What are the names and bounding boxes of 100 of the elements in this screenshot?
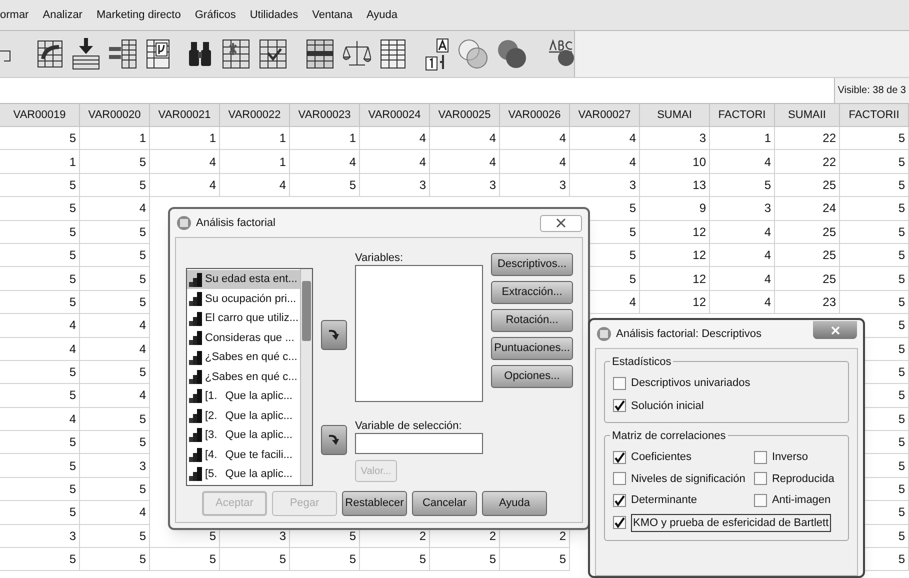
table-cell: 4 (360, 150, 430, 174)
arrow-icon (328, 329, 340, 341)
list-item-number: [5. (205, 467, 218, 482)
button[interactable]: Rotación... (491, 309, 573, 332)
column-header[interactable]: VAR00022 (220, 104, 290, 127)
list-item-number: [1. (205, 389, 218, 404)
option-label[interactable]: Inverso (772, 449, 808, 466)
column-header[interactable]: VAR00027 (570, 104, 640, 127)
binoculars-icon[interactable] (189, 40, 213, 68)
list-item-label: Su edad esta ent... (205, 272, 298, 288)
menu-item[interactable]: Ventana (312, 6, 353, 24)
checkbox-checked[interactable] (613, 494, 626, 507)
input-field[interactable] (355, 433, 483, 454)
option-label[interactable]: Descriptivos univariados (631, 375, 750, 392)
table-cell: 4 (500, 127, 570, 150)
list-item[interactable]: [5. Que la aplic... (187, 464, 300, 484)
list-item[interactable]: Consideras que ... (187, 328, 300, 348)
table-cell: 5 (840, 150, 909, 174)
column-header[interactable]: VAR00024 (360, 104, 430, 127)
grid-star-icon[interactable] (222, 39, 250, 69)
option-label[interactable]: Niveles de significación (631, 470, 746, 487)
option-label[interactable]: Determinante (631, 492, 698, 508)
insert-rows-icon[interactable] (109, 39, 137, 69)
scale-variable-icon (189, 272, 202, 287)
scale-variable-icon (189, 292, 202, 306)
table-cell: 22 (775, 127, 840, 150)
button[interactable]: Restablecer (342, 491, 407, 516)
list-item[interactable]: El carro que utiliz... (187, 308, 300, 328)
checkbox[interactable] (754, 494, 767, 507)
venn-circles-icon[interactable] (458, 38, 488, 70)
checkbox-checked[interactable] (613, 450, 626, 464)
table-cell: 5 (80, 408, 150, 432)
variable-list[interactable] (186, 268, 313, 486)
menu-item[interactable]: Ayuda (366, 6, 398, 24)
split-table-icon[interactable] (306, 39, 334, 69)
table-cell: 5 (430, 548, 500, 572)
option-label[interactable]: Anti-imagen (772, 492, 831, 508)
table-cell: 4 (360, 127, 430, 150)
list-item[interactable]: ¿Sabes en qué c... (187, 348, 300, 368)
button[interactable]: Ayuda (482, 491, 547, 516)
column-header[interactable]: VAR00019 (0, 104, 80, 127)
grid-check-icon[interactable] (259, 39, 287, 69)
scale-variable-icon (189, 467, 202, 482)
checkbox[interactable] (613, 472, 626, 486)
option-label[interactable]: Solución inicial (631, 398, 704, 414)
column-header[interactable]: FACTORI (710, 104, 775, 127)
checkmark-icon (614, 494, 625, 506)
grid-arrow-icon[interactable] (37, 39, 63, 69)
table-cell: 5 (0, 478, 80, 502)
table-cell: 1 (0, 150, 80, 174)
button[interactable]: Descriptivos... (491, 253, 573, 276)
list-item[interactable]: [3. Que la aplic... (187, 426, 300, 446)
list-item[interactable]: ¿Sabes en qué c... (187, 367, 300, 387)
list-item[interactable]: [2. Que la aplic... (187, 406, 300, 426)
table-cell: 12 (640, 267, 710, 291)
table-cell: 25 (775, 220, 840, 244)
button[interactable]: Cancelar (412, 491, 477, 516)
grid-icon[interactable] (380, 39, 406, 69)
table-cell: 5 (80, 360, 150, 384)
variables-box[interactable] (355, 265, 483, 402)
option-label[interactable]: Reproducida (772, 470, 834, 487)
list-item[interactable]: Su ocupación pri... (187, 289, 300, 309)
move-button[interactable] (321, 320, 347, 350)
button[interactable]: Opciones... (491, 365, 573, 388)
table-cell: 5 (0, 267, 80, 291)
column-header[interactable]: VAR00026 (500, 104, 570, 127)
close-button[interactable] (813, 321, 857, 339)
menu-item[interactable]: Analizar (42, 6, 82, 24)
checkbox[interactable] (754, 472, 767, 486)
table-cell: 22 (775, 150, 840, 174)
table-cell: 5 (0, 244, 80, 268)
option-label[interactable]: Coeficientes (631, 449, 692, 466)
list-item[interactable]: Su edad esta ent... (187, 270, 300, 290)
move-button[interactable] (321, 425, 347, 455)
checkbox[interactable] (613, 376, 626, 390)
list-item[interactable]: [1. Que la aplic... (187, 386, 300, 406)
scrollbar[interactable] (300, 269, 312, 485)
table-cell: 5 (80, 174, 150, 198)
close-button[interactable] (540, 214, 582, 232)
column-header[interactable]: VAR00021 (150, 104, 220, 127)
column-header[interactable]: SUMAII (775, 104, 840, 127)
menu-item[interactable]: Marketing directo (96, 6, 181, 24)
insert-variable-icon[interactable] (146, 39, 170, 69)
button[interactable]: Puntuaciones... (491, 337, 573, 360)
checkbox-checked[interactable] (613, 399, 626, 412)
checkbox[interactable] (754, 450, 767, 464)
menu-item[interactable]: Utilidades (250, 6, 298, 24)
column-header[interactable]: VAR00025 (430, 104, 500, 127)
button[interactable]: Extracción... (491, 281, 573, 304)
column-header[interactable]: FACTORII (840, 104, 909, 127)
option-label[interactable]: KMO y prueba de esfericidad de Bartlett (631, 514, 831, 532)
menu-item[interactable]: ormar (0, 6, 29, 24)
list-item[interactable]: [4. Que te facili... (187, 445, 300, 465)
column-header[interactable]: SUMAI (640, 104, 710, 127)
column-header[interactable]: VAR00023 (290, 104, 360, 127)
column-header[interactable]: VAR00020 (80, 104, 150, 127)
download-table-icon[interactable] (72, 38, 100, 70)
menu-item[interactable]: Gráficos (194, 6, 236, 24)
checkbox-checked[interactable] (613, 516, 626, 530)
filled-circles-icon[interactable] (497, 38, 527, 70)
